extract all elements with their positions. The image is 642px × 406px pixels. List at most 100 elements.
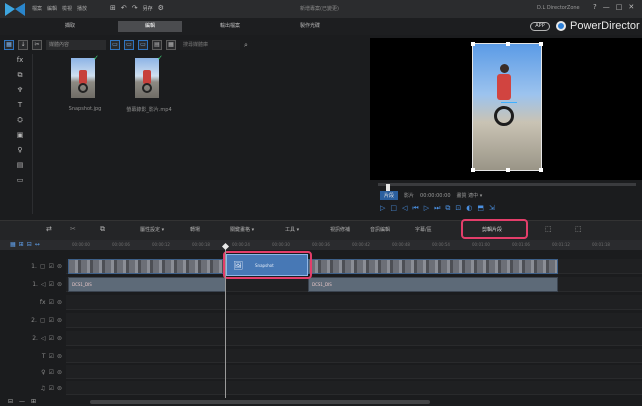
chapter-room-icon[interactable]: ▤ <box>15 161 25 170</box>
particle-room-icon[interactable]: ♆ <box>15 86 25 95</box>
resize-handle[interactable] <box>471 168 475 172</box>
horizontal-scrollbar[interactable] <box>90 400 430 404</box>
seek-knob[interactable] <box>386 184 390 191</box>
preview-frame[interactable] <box>471 42 543 172</box>
menu-file[interactable]: 檔案 <box>32 5 42 12</box>
app-badge[interactable]: APP <box>530 22 550 31</box>
zoom-slider-icon[interactable]: — <box>19 398 25 405</box>
timeline-ruler[interactable]: ▦ ⊞ ⊟ ↔ 00:00:00 00:00:06 00:00:12 00:00… <box>0 240 642 250</box>
resize-handle[interactable] <box>506 42 510 46</box>
sort-icon[interactable]: ▤ <box>152 40 162 50</box>
ripple-icon[interactable]: ⇄ <box>46 225 52 233</box>
menu-view[interactable]: 檢視 <box>62 5 72 12</box>
plugin-icon[interactable]: ✂ <box>32 40 42 50</box>
video-fix-button[interactable]: 視訊修補 <box>330 226 350 233</box>
track-enable-checkbox[interactable]: ☑ <box>49 353 54 360</box>
attributes-dropdown[interactable]: 屬性設定 ▾ <box>140 226 164 233</box>
track-lock-icon[interactable]: ⊜ <box>57 385 62 392</box>
resize-handle[interactable] <box>506 168 510 172</box>
tab-create-disc[interactable]: 製作光碟 <box>278 21 342 32</box>
track-lane[interactable] <box>66 295 642 310</box>
snapshot-icon[interactable]: ⧉ <box>445 204 450 213</box>
undo-icon[interactable]: ↶ <box>121 4 127 12</box>
tab-capture[interactable]: 擷取 <box>38 21 102 32</box>
copy-icon[interactable]: ⧉ <box>100 225 105 234</box>
audio-clip[interactable]: DCS1_DIS <box>68 277 226 292</box>
director-zone-link[interactable]: D.L DirectorZone <box>537 5 580 11</box>
media-item[interactable]: ✓ Snapshot.jpg <box>55 55 115 124</box>
video-clip[interactable] <box>308 259 558 274</box>
redo-icon[interactable]: ↷ <box>132 4 138 12</box>
subtitle-button[interactable]: 字幕/區 <box>415 226 432 233</box>
zoom-out-icon[interactable]: ⊟ <box>8 398 13 405</box>
track-lock-icon[interactable]: ⊜ <box>57 281 62 288</box>
keyframe-dropdown[interactable]: 關鍵畫格 ▾ <box>230 226 254 233</box>
preview-seek-bar[interactable] <box>378 183 636 191</box>
preview-window[interactable] <box>370 38 642 180</box>
clip-mode-button[interactable]: 片段 <box>380 191 399 200</box>
import-icon[interactable]: ↓ <box>18 40 28 50</box>
fit-icon[interactable]: ↔ <box>35 241 40 248</box>
media-filter-dropdown[interactable]: 媒體內容 <box>46 40 106 50</box>
storyboard-icon[interactable]: ▦ <box>10 241 16 248</box>
transform-center-icon[interactable] <box>501 102 517 103</box>
play-icon[interactable]: ▷ <box>380 204 385 213</box>
rewind-icon[interactable]: ⏮ <box>412 204 418 213</box>
menu-edit[interactable]: 編輯 <box>47 5 57 12</box>
playhead[interactable] <box>225 249 226 399</box>
close-icon[interactable]: ✕ <box>628 3 634 11</box>
maximize-icon[interactable]: □ <box>616 3 623 11</box>
display-icon[interactable]: ⬒ <box>477 204 484 213</box>
minimize-icon[interactable]: — <box>603 3 610 11</box>
track-lock-icon[interactable]: ⊜ <box>57 263 62 270</box>
resize-handle[interactable] <box>539 42 543 46</box>
media-item[interactable]: ✓ 螢幕錄影_影片.mp4 <box>119 55 179 124</box>
save-as-button[interactable]: 另存 <box>143 4 153 12</box>
menu-play[interactable]: 播放 <box>77 5 87 12</box>
transition-room-icon[interactable]: ⛭ <box>15 116 25 125</box>
video-clip[interactable] <box>68 259 226 274</box>
track-enable-checkbox[interactable]: ☑ <box>49 385 54 392</box>
voice-over-icon[interactable]: ♀ <box>15 146 25 155</box>
view-mode-1-icon[interactable]: ▭ <box>110 40 120 50</box>
mark-icon[interactable]: ⬚ <box>545 225 552 233</box>
pip-room-icon[interactable]: ⧉ <box>15 71 25 80</box>
view-mode-2-icon[interactable]: ▭ <box>124 40 134 50</box>
zoom-out-icon[interactable]: ⊟ <box>27 241 32 248</box>
save-icon[interactable]: ⊞ <box>110 4 116 12</box>
tools-dropdown[interactable]: 工具 ▾ <box>285 226 299 233</box>
track-lock-icon[interactable]: ⊜ <box>57 335 62 342</box>
help-icon[interactable]: ? <box>593 3 597 11</box>
track-enable-checkbox[interactable]: ☑ <box>49 299 54 306</box>
audio-clip[interactable]: DCS1_DIS <box>308 277 558 292</box>
track-lock-icon[interactable]: ⊜ <box>57 369 62 376</box>
settings-icon[interactable]: ⚙ <box>158 4 164 12</box>
subtitle-room-icon[interactable]: ▭ <box>15 176 25 185</box>
tab-edit[interactable]: 編輯 <box>118 21 182 32</box>
audio-mixing-icon[interactable]: ▣ <box>15 131 25 140</box>
fast-forward-icon[interactable]: ⏭ <box>434 204 440 213</box>
view-mode-3-icon[interactable]: ▭ <box>138 40 148 50</box>
transition-button[interactable]: 轉場 <box>190 226 200 233</box>
fullscreen-icon[interactable]: ⊡ <box>455 204 461 213</box>
track-lane[interactable] <box>66 349 642 363</box>
track-lane[interactable] <box>66 381 642 395</box>
volume-icon[interactable]: ◐ <box>466 204 472 213</box>
quality-dropdown[interactable]: 畫質 適中 ▾ <box>457 192 483 199</box>
library-search-input[interactable]: 搜尋媒體庫 <box>180 40 240 50</box>
split-icon[interactable]: ✂ <box>70 225 76 233</box>
track-enable-checkbox[interactable]: ☑ <box>49 317 54 324</box>
zoom-in-icon[interactable]: ⊞ <box>31 398 36 405</box>
track-lock-icon[interactable]: ⊜ <box>57 299 62 306</box>
resize-handle[interactable] <box>539 168 543 172</box>
zoom-in-icon[interactable]: ⊞ <box>19 241 24 248</box>
track-lane[interactable] <box>66 365 642 379</box>
stop-icon[interactable]: □ <box>390 204 397 213</box>
media-room-icon[interactable]: ▦ <box>4 40 14 50</box>
track-enable-checkbox[interactable]: ☑ <box>49 281 54 288</box>
undock-icon[interactable]: ⇲ <box>489 204 495 213</box>
track-enable-checkbox[interactable]: ☑ <box>49 369 54 376</box>
track-lock-icon[interactable]: ⊜ <box>57 353 62 360</box>
audio-edit-button[interactable]: 音訊編輯 <box>370 226 390 233</box>
next-frame-icon[interactable]: ▷ <box>424 204 429 213</box>
